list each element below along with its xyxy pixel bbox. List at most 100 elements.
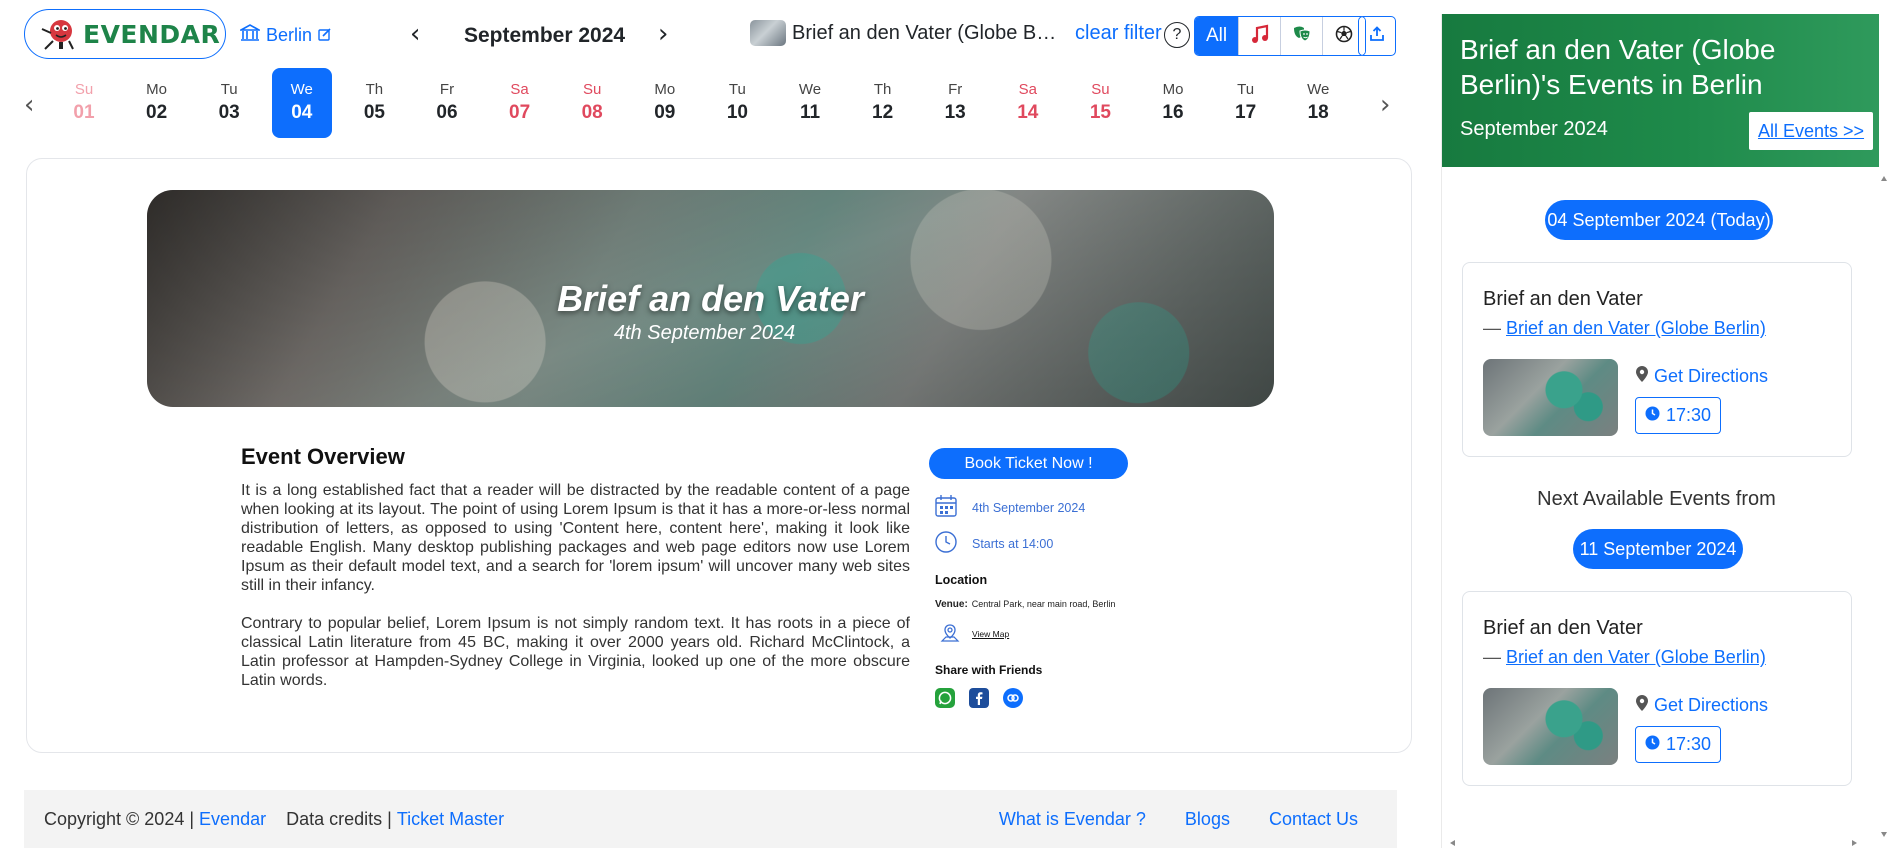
panel-horizontal-scrollbar[interactable] (1442, 836, 1879, 848)
location-heading: Location (935, 573, 988, 587)
event-card-thumbnail[interactable] (1483, 359, 1618, 436)
hero-title: Brief an den Vater (557, 278, 864, 319)
data-credits-text: Data credits | (286, 808, 392, 829)
day-name: Tu (728, 81, 746, 98)
day-number: 09 (654, 102, 676, 123)
category-all-button[interactable]: All (1195, 17, 1239, 55)
day-number: 06 (436, 102, 458, 123)
date-cell-15[interactable]: Su 15 (1070, 68, 1130, 138)
map-pin-icon (940, 623, 960, 645)
date-cell-09[interactable]: Mo 09 (635, 68, 695, 138)
filter-thumbnail (750, 20, 786, 46)
category-theater-button[interactable] (1281, 17, 1323, 55)
footer-ticketmaster-link[interactable]: Ticket Master (397, 809, 504, 830)
day-name: Mo (146, 81, 168, 98)
date-strip-prev-icon[interactable]: ‹ (24, 90, 34, 120)
venue-events-panel: Brief an den Vater (Globe Berlin)'s Even… (1441, 14, 1890, 848)
day-number: 08 (581, 102, 603, 123)
date-cell-14[interactable]: Sa 14 (998, 68, 1058, 138)
day-name: Th (365, 81, 384, 98)
day-number: 19 (1361, 102, 1378, 124)
day-name: Th (1361, 81, 1378, 98)
event-time-button[interactable]: 17:30 (1635, 726, 1721, 763)
date-cell-06[interactable]: Fr 06 (417, 68, 477, 138)
chevron-left-icon[interactable]: ‹ (410, 21, 420, 47)
music-note-icon (1251, 24, 1269, 49)
footer-blogs-link[interactable]: Blogs (1185, 809, 1230, 830)
day-number: 02 (146, 102, 168, 123)
date-cell-13[interactable]: Fr 13 (925, 68, 985, 138)
facebook-icon[interactable] (969, 688, 989, 708)
overview-text: It is a long established fact that a rea… (241, 481, 910, 709)
category-music-button[interactable] (1239, 17, 1281, 55)
venue-label: Venue: (935, 599, 968, 610)
date-cell-19[interactable]: Th 19 (1361, 68, 1378, 138)
day-name: Tu (1237, 81, 1255, 98)
date-cell-17[interactable]: Tu 17 (1216, 68, 1276, 138)
logo-text: EVENDAR (83, 19, 221, 49)
map-marker-icon (1636, 366, 1648, 387)
link-share-icon[interactable] (1003, 688, 1023, 708)
footer-contact-link[interactable]: Contact Us (1269, 809, 1358, 830)
day-name: We (798, 81, 822, 98)
date-cell-16[interactable]: Mo 16 (1143, 68, 1203, 138)
city-selector[interactable]: Berlin (237, 24, 332, 47)
date-cell-10[interactable]: Tu 10 (707, 68, 767, 138)
day-number: 13 (944, 102, 966, 123)
day-name: Su (1091, 81, 1110, 98)
all-events-button[interactable]: All Events >> (1749, 112, 1873, 150)
date-cell-11[interactable]: We 11 (780, 68, 840, 138)
get-directions-link[interactable]: Get Directions (1636, 695, 1768, 716)
day-number: 01 (73, 102, 95, 123)
day-number: 04 (291, 102, 313, 123)
chevron-right-icon[interactable]: › (658, 21, 668, 47)
footer-what-is-evendar-link[interactable]: What is Evendar ? (999, 809, 1146, 830)
event-card[interactable]: Brief an den Vater — Brief an den Vater … (1462, 262, 1852, 457)
date-strip-next-icon[interactable]: › (1380, 90, 1390, 120)
get-directions-link[interactable]: Get Directions (1636, 366, 1768, 387)
date-cell-12[interactable]: Th 12 (853, 68, 913, 138)
evendar-logo[interactable]: EVENDAR (24, 9, 226, 59)
event-card-title: Brief an den Vater (1483, 288, 1643, 310)
date-cell-18[interactable]: We 18 (1288, 68, 1348, 138)
date-cell-05[interactable]: Th 05 (344, 68, 404, 138)
event-time-row: Starts at 14:00 (934, 530, 1053, 557)
event-card-thumbnail[interactable] (1483, 688, 1618, 765)
panel-title: Brief an den Vater (Globe Berlin)'s Even… (1460, 34, 1776, 100)
footer-evendar-link[interactable]: Evendar (199, 809, 266, 830)
event-time-button[interactable]: 17:30 (1635, 397, 1721, 434)
date-cell-04[interactable]: We 04 (271, 68, 332, 138)
active-filter: Brief an den Vater (Globe Berlin) clear … (750, 20, 1162, 46)
panel-vertical-scrollbar[interactable] (1878, 167, 1890, 848)
event-card-title: Brief an den Vater (1483, 617, 1643, 639)
day-name: Th (873, 81, 892, 98)
date-cell-07[interactable]: Sa 07 (490, 68, 550, 138)
event-card-venue-link[interactable]: Brief an den Vater (Globe Berlin) (1506, 318, 1766, 338)
event-card[interactable]: Brief an den Vater — Brief an den Vater … (1462, 591, 1852, 786)
book-ticket-button[interactable]: Book Ticket Now ! (929, 448, 1128, 479)
clear-filter-link[interactable]: clear filter (1075, 22, 1162, 45)
event-hero-banner: Brief an den Vater 4th September 2024 (147, 190, 1274, 407)
clock-filled-icon (1645, 405, 1660, 426)
day-number: 17 (1235, 102, 1257, 123)
date-cell-02[interactable]: Mo 02 (127, 68, 187, 138)
view-map-text: View Map (972, 629, 1010, 639)
date-cell-01[interactable]: Su 01 (54, 68, 114, 138)
event-card-venue-link[interactable]: Brief an den Vater (Globe Berlin) (1506, 647, 1766, 667)
date-cell-03[interactable]: Tu 03 (199, 68, 259, 138)
overview-paragraph: It is a long established fact that a rea… (241, 482, 910, 594)
clock-icon (934, 530, 958, 557)
calendar-icon (934, 494, 958, 521)
edit-icon[interactable] (318, 25, 332, 46)
day-number: 07 (509, 102, 531, 123)
whatsapp-icon[interactable] (935, 688, 955, 708)
view-map-link[interactable]: View Map (940, 623, 1009, 645)
date-cell-08[interactable]: Su 08 (562, 68, 622, 138)
day-number: 15 (1089, 102, 1111, 123)
theater-masks-icon (1292, 25, 1312, 48)
help-icon[interactable]: ? (1164, 22, 1190, 48)
mascot-icon (39, 15, 77, 53)
date-strip: Su 01 Mo 02 Tu 03 We 04 Th 05 Fr 06 Sa 07 Su 08 Mo 09 Tu 10… (42, 68, 1378, 140)
share-button[interactable] (1358, 16, 1396, 56)
event-time-value: 17:30 (1665, 405, 1712, 425)
